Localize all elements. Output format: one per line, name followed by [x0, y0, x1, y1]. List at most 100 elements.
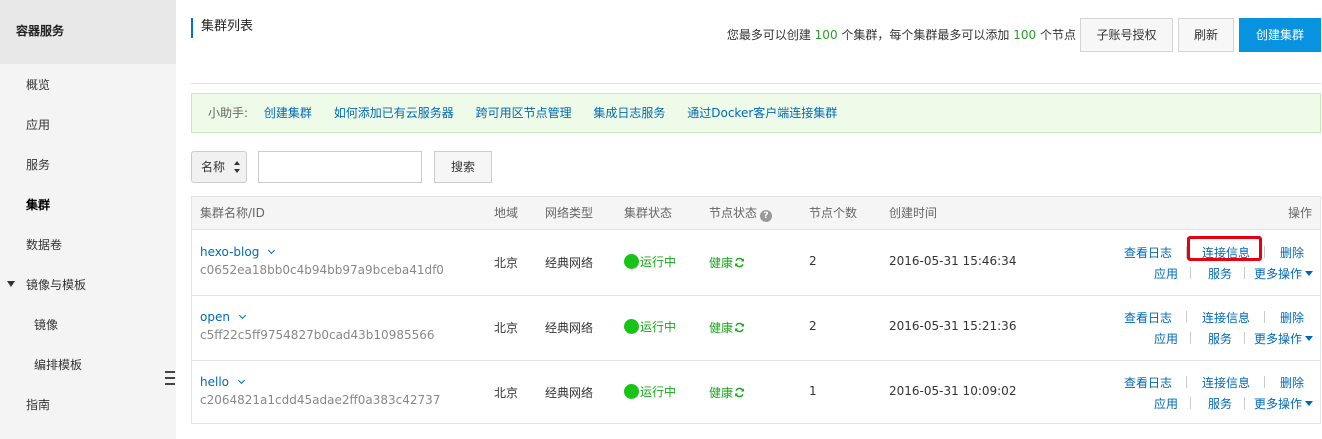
created-time: 2016-05-31 10:09:02 [889, 384, 1017, 398]
create-cluster-button[interactable]: 创建集群 [1239, 18, 1321, 52]
more-actions-dropdown[interactable]: 更多操作 [1254, 395, 1314, 412]
quota-notice: 您最多可以创建 100 个集群，每个集群最多可以添加 100 个节点 [726, 28, 1076, 42]
help-icon[interactable]: ? [760, 210, 773, 222]
table-row: hexo-blog c0652ea18bb0c4b94bb97a9bceba41… [192, 231, 1320, 296]
cluster-id: c5ff22c5ff9754827b0cad43b10985566 [200, 328, 435, 342]
select-arrows-icon [234, 161, 240, 173]
cluster-status: 运行中 [624, 383, 676, 400]
page-title: 集群列表 [191, 18, 253, 38]
helper-link-cross-zone[interactable]: 跨可用区节点管理 [476, 106, 572, 120]
view-logs-link[interactable]: 查看日志 [1124, 309, 1172, 326]
node-health: 健康 [709, 254, 745, 271]
col-name: 集群名称/ID [200, 206, 265, 220]
cluster-region: 北京 [494, 321, 519, 335]
cluster-table: 集群名称/ID 地域 网络类型 集群状态 节点状态? 节点个数 创建时间 操作 … [191, 196, 1321, 424]
cluster-network: 经典网络 [545, 386, 594, 400]
sidebar-item-clusters[interactable]: 集群 [0, 187, 176, 223]
more-actions-dropdown[interactable]: 更多操作 [1254, 265, 1314, 282]
sidebar-item-images[interactable]: 镜像 [0, 307, 176, 343]
refresh-icon[interactable] [734, 387, 745, 398]
sidebar-item-services[interactable]: 服务 [0, 147, 176, 183]
cluster-status: 运行中 [624, 253, 676, 270]
search-field-value: 名称 [201, 160, 226, 174]
node-health: 健康 [709, 319, 745, 336]
apps-link[interactable]: 应用 [1154, 265, 1178, 282]
apps-link[interactable]: 应用 [1154, 395, 1178, 412]
sidebar-item-overview[interactable]: 概览 [0, 67, 176, 103]
node-count: 1 [809, 384, 817, 398]
delete-link[interactable]: 删除 [1280, 374, 1304, 391]
running-dot-icon [624, 384, 639, 399]
col-status: 集群状态 [624, 206, 673, 220]
search-input[interactable] [258, 151, 422, 183]
services-link[interactable]: 服务 [1208, 265, 1232, 282]
services-link[interactable]: 服务 [1208, 395, 1232, 412]
cluster-name-link[interactable]: hello [200, 375, 229, 389]
caret-down-icon [1305, 271, 1314, 276]
sidebar-item-label: 镜像与模板 [26, 278, 87, 292]
view-logs-link[interactable]: 查看日志 [1124, 244, 1172, 261]
helper-bar: 小助手: 创建集群 如何添加已有云服务器 跨可用区节点管理 集成日志服务 通过D… [191, 93, 1321, 133]
node-count: 2 [809, 254, 817, 268]
delete-link[interactable]: 删除 [1280, 244, 1304, 261]
cluster-region: 北京 [494, 386, 519, 400]
refresh-icon[interactable] [734, 322, 745, 333]
cluster-name-link[interactable]: hexo-blog [200, 245, 259, 259]
cluster-status: 运行中 [624, 318, 676, 335]
running-dot-icon [624, 254, 639, 269]
cluster-network: 经典网络 [545, 256, 594, 270]
cluster-name-link[interactable]: open [200, 310, 230, 324]
running-dot-icon [624, 319, 639, 334]
search-field-select[interactable]: 名称 [191, 151, 247, 183]
created-time: 2016-05-31 15:46:34 [889, 254, 1017, 268]
sidebar-item-guide[interactable]: 指南 [0, 387, 176, 423]
sidebar-item-images-templates[interactable]: 镜像与模板 [0, 267, 176, 303]
col-ops: 操作 [1288, 206, 1313, 220]
sidebar-item-applications[interactable]: 应用 [0, 107, 176, 143]
helper-link-docker-client[interactable]: 通过Docker客户端连接集群 [687, 106, 837, 120]
table-row: open c5ff22c5ff9754827b0cad43b10985566 北… [192, 296, 1320, 361]
created-time: 2016-05-31 15:21:36 [889, 319, 1017, 333]
search-button[interactable]: 搜索 [434, 151, 492, 183]
connection-info-link[interactable]: 连接信息 [1202, 309, 1250, 326]
cluster-network: 经典网络 [545, 321, 594, 335]
connection-info-link[interactable]: 连接信息 [1202, 374, 1250, 391]
caret-down-icon [7, 281, 15, 287]
refresh-button[interactable]: 刷新 [1178, 18, 1234, 52]
sidebar-collapse-icon[interactable] [162, 368, 176, 388]
helper-link-create-cluster[interactable]: 创建集群 [264, 106, 312, 120]
helper-link-log-service[interactable]: 集成日志服务 [593, 106, 665, 120]
services-link[interactable]: 服务 [1208, 330, 1232, 347]
sidebar: 容器服务 概览 应用 服务 集群 数据卷 镜像与模板 镜像 编排模板 指南 [0, 0, 176, 439]
highlight-box [1187, 236, 1262, 261]
chevron-down-icon[interactable] [268, 246, 276, 255]
cluster-region: 北京 [494, 256, 519, 270]
col-network: 网络类型 [545, 206, 594, 220]
more-actions-dropdown[interactable]: 更多操作 [1254, 330, 1314, 347]
subaccount-auth-button[interactable]: 子账号授权 [1080, 18, 1173, 52]
sidebar-title: 容器服务 [0, 0, 176, 64]
helper-label: 小助手: [208, 106, 249, 120]
col-created: 创建时间 [889, 206, 938, 220]
node-health: 健康 [709, 384, 745, 401]
header-divider [191, 83, 1321, 84]
col-region: 地域 [494, 206, 519, 220]
table-header: 集群名称/ID 地域 网络类型 集群状态 节点状态? 节点个数 创建时间 操作 [192, 197, 1320, 230]
view-logs-link[interactable]: 查看日志 [1124, 374, 1172, 391]
col-node-count: 节点个数 [809, 206, 858, 220]
delete-link[interactable]: 删除 [1280, 309, 1304, 326]
chevron-down-icon[interactable] [237, 376, 246, 385]
col-node-status: 节点状态? [709, 197, 773, 229]
table-row: hello c2064821a1cdd45adae2ff0a383c42737 … [192, 361, 1320, 426]
caret-down-icon [1305, 336, 1314, 341]
chevron-down-icon[interactable] [238, 311, 246, 320]
caret-down-icon [1305, 401, 1314, 406]
apps-link[interactable]: 应用 [1154, 330, 1178, 347]
refresh-icon[interactable] [734, 257, 745, 268]
cluster-id: c2064821a1cdd45adae2ff0a383c42737 [200, 393, 441, 407]
helper-link-add-ecs[interactable]: 如何添加已有云服务器 [334, 106, 454, 120]
sidebar-item-volumes[interactable]: 数据卷 [0, 227, 176, 263]
node-count: 2 [809, 319, 817, 333]
sidebar-item-templates[interactable]: 编排模板 [0, 347, 176, 383]
cluster-id: c0652ea18bb0c4b94bb97a9bceba41df0 [200, 263, 444, 277]
